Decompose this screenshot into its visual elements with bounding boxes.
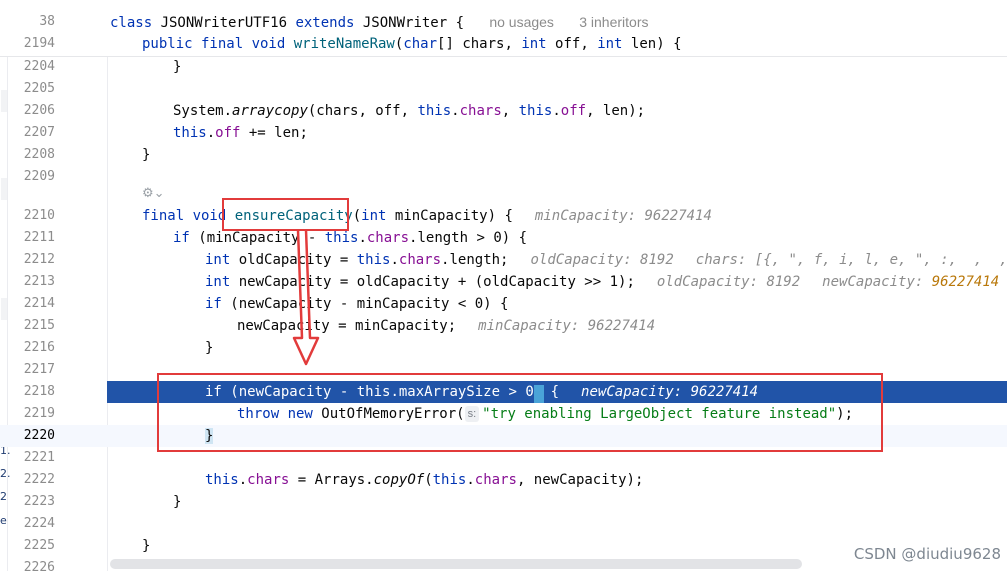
line-number: 2221 [23, 450, 55, 465]
code-line[interactable]: 2214 if (newCapacity - minCapacity < 0) … [0, 293, 1007, 315]
inline-debug-value: newCapacity: 96227414 [822, 274, 1000, 290]
usages-hint[interactable]: no usages [489, 14, 554, 30]
code-line[interactable]: 2222 this.chars = Arrays.copyOf(this.cha… [0, 469, 1007, 491]
inline-debug-value: chars: [{, ", f, i, l, e, ", :, , , +8, [695, 252, 1007, 268]
line-number: 2220 [23, 428, 55, 443]
line-number: 2210 [23, 208, 55, 223]
code-text: } [205, 340, 214, 356]
annotation-arrow [292, 229, 320, 366]
annotation-box-if-block [157, 373, 883, 452]
code-line[interactable]: 2213 int newCapacity = oldCapacity + (ol… [0, 271, 1007, 293]
line-number: 2208 [23, 147, 55, 162]
code-line[interactable]: 2205 [0, 78, 1007, 100]
code-text: this.chars = Arrays.copyOf(this.chars, n… [205, 472, 644, 488]
code-text: public final void writeNameRaw(char[] ch… [142, 36, 682, 52]
code-line[interactable]: 2224 [0, 513, 1007, 535]
line-number: 2224 [23, 516, 55, 531]
line-number: 2222 [23, 472, 55, 487]
annotation-box-method [222, 198, 349, 231]
code-line[interactable]: 2212 int oldCapacity = this.chars.length… [0, 249, 1007, 271]
inline-debug-value: minCapacity: 96227414 [478, 318, 656, 334]
line-number: 2194 [23, 36, 55, 51]
horizontal-scrollbar[interactable] [110, 559, 802, 569]
inline-debug-value: oldCapacity: 8192 [530, 252, 674, 268]
line-number: 2211 [23, 230, 55, 245]
code-text: } [173, 59, 182, 75]
line-number: 2223 [23, 494, 55, 509]
line-number: 2213 [23, 274, 55, 289]
line-number: 2204 [23, 59, 55, 74]
line-number: 2205 [23, 81, 55, 96]
line-number: 2217 [23, 362, 55, 377]
code-line[interactable]: 2206 System.arraycopy(chars, off, this.c… [0, 100, 1007, 122]
code-line[interactable]: 2208 } [0, 144, 1007, 166]
watermark: CSDN @diudiu9628 [853, 545, 1001, 563]
code-text: } [173, 494, 182, 510]
code-text: this.off += len; [173, 125, 308, 141]
code-line[interactable]: 2211 if (minCapacity - this.chars.length… [0, 227, 1007, 249]
code-text: class JSONWriterUTF16 extends JSONWriter… [110, 14, 649, 31]
line-number: 2212 [23, 252, 55, 267]
code-line[interactable]: 2215 newCapacity = minCapacity; minCapaci… [0, 315, 1007, 337]
sticky-scroll-header: 38 class JSONWriterUTF16 extends JSONWri… [0, 0, 1007, 57]
line-number: 2209 [23, 169, 55, 184]
code-line[interactable]: 2210 final void ensureCapacity(int minCa… [0, 205, 1007, 227]
line-number: 2219 [23, 406, 55, 421]
inheritors-hint[interactable]: 3 inheritors [579, 14, 648, 30]
code-text: System.arraycopy(chars, off, this.chars,… [173, 103, 646, 119]
code-line[interactable]: 2209 [0, 166, 1007, 188]
code-text: } [142, 147, 151, 163]
code-line[interactable]: 2207 this.off += len; [0, 122, 1007, 144]
sticky-line-method[interactable]: 2194 public final void writeNameRaw(char… [0, 33, 1007, 55]
line-number: 2218 [23, 384, 55, 399]
sticky-line-class[interactable]: 38 class JSONWriterUTF16 extends JSONWri… [0, 11, 1007, 33]
debug-gear-icon[interactable]: ⚙⌄ [142, 186, 165, 201]
line-number: 2207 [23, 125, 55, 140]
line-number: 2225 [23, 538, 55, 553]
line-number: 2216 [23, 340, 55, 355]
code-line[interactable]: 2223 } [0, 491, 1007, 513]
gutter-line: 2218 [0, 381, 100, 403]
line-number: 2206 [23, 103, 55, 118]
inline-debug-value: minCapacity: 96227414 [534, 208, 712, 224]
line-number: 2226 [23, 560, 55, 575]
code-text: } [142, 538, 151, 554]
code-line[interactable]: 2204 } [0, 56, 1007, 78]
line-number: 2214 [23, 296, 55, 311]
code-line[interactable]: 2216 } [0, 337, 1007, 359]
line-number: 38 [39, 14, 55, 29]
code-text: if (newCapacity - minCapacity < 0) { [205, 296, 509, 312]
inline-debug-value: oldCapacity: 8192 [656, 274, 801, 290]
line-number: 2215 [23, 318, 55, 333]
